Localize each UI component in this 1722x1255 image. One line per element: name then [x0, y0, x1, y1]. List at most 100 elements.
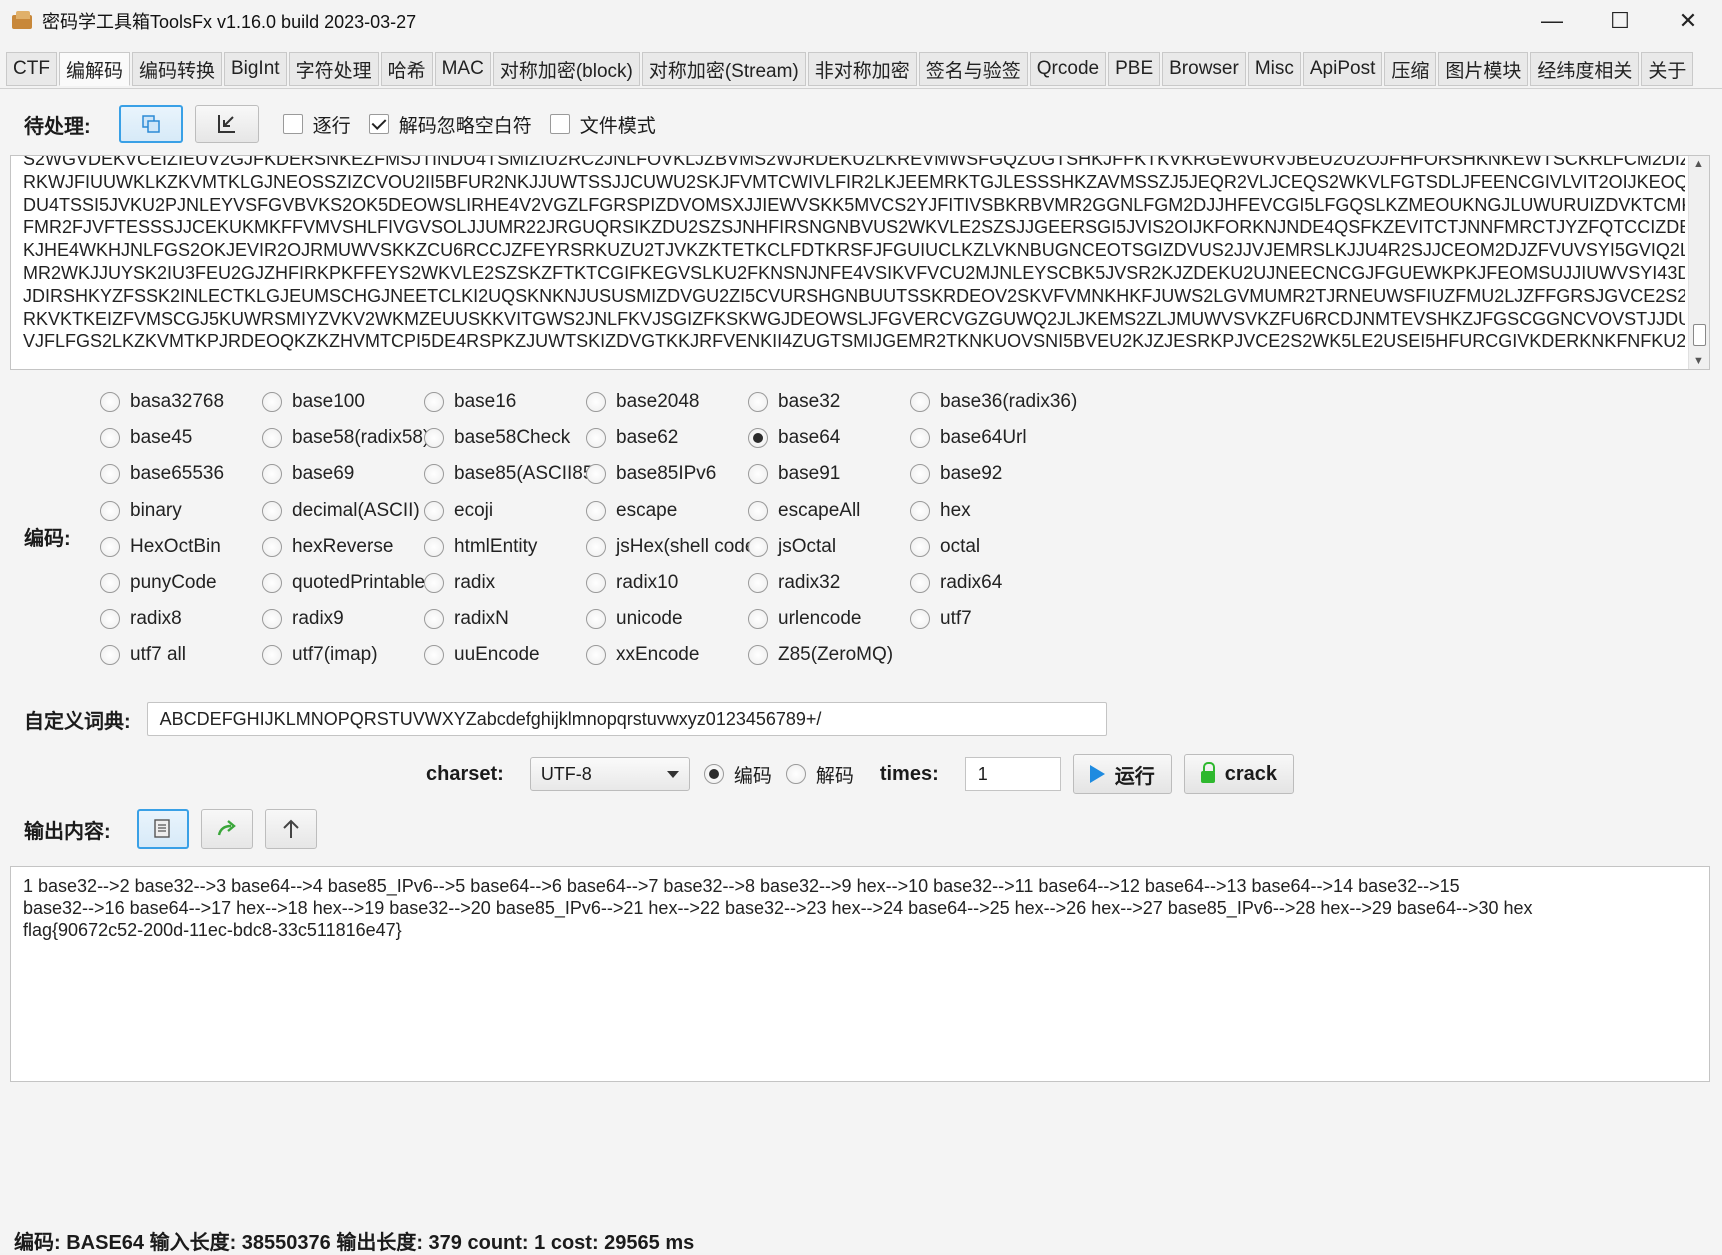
- move-up-button[interactable]: [264, 809, 317, 849]
- encoding-option[interactable]: base58Check: [424, 424, 570, 452]
- times-input[interactable]: 1: [964, 757, 1061, 791]
- encoding-option[interactable]: quotedPrintable: [262, 569, 425, 597]
- mode-decode-radio[interactable]: 解码: [785, 761, 854, 788]
- encoding-option[interactable]: escapeAll: [748, 497, 860, 525]
- tab-4[interactable]: 字符处理: [288, 52, 379, 86]
- encoding-option[interactable]: htmlEntity: [424, 533, 537, 561]
- encoding-option[interactable]: base85(ASCII85): [424, 460, 600, 488]
- by-line-checkbox[interactable]: 逐行: [282, 111, 351, 138]
- encoding-option[interactable]: jsOctal: [748, 533, 836, 561]
- encoding-option[interactable]: unicode: [586, 605, 683, 633]
- ignore-whitespace-checkbox[interactable]: 解码忽略空白符: [368, 111, 532, 138]
- radio-dot: [100, 536, 120, 557]
- file-mode-checkbox[interactable]: 文件模式: [549, 111, 656, 138]
- encoding-option[interactable]: base100: [262, 388, 365, 416]
- encoding-option[interactable]: base85IPv6: [586, 460, 716, 488]
- input-scrollbar[interactable]: ▲ ▼: [1688, 156, 1709, 369]
- encoding-option[interactable]: utf7(imap): [262, 641, 378, 669]
- encoding-option[interactable]: radix10: [586, 569, 678, 597]
- tab-5[interactable]: 哈希: [380, 52, 433, 86]
- encoding-option[interactable]: ecoji: [424, 497, 493, 525]
- encoding-option[interactable]: utf7: [910, 605, 972, 633]
- tab-0[interactable]: CTF: [6, 52, 57, 86]
- encoding-option[interactable]: Z85(ZeroMQ): [748, 641, 893, 669]
- tab-15[interactable]: ApiPost: [1302, 52, 1383, 86]
- encoding-option[interactable]: hex: [910, 497, 971, 525]
- encoding-option[interactable]: punyCode: [100, 569, 217, 597]
- encoding-option[interactable]: base32: [748, 388, 840, 416]
- encoding-option[interactable]: radixN: [424, 605, 509, 633]
- import-button[interactable]: [194, 105, 259, 143]
- tab-2[interactable]: 编码转换: [131, 52, 222, 86]
- encoding-option[interactable]: octal: [910, 533, 980, 561]
- encoding-option[interactable]: xxEncode: [586, 641, 699, 669]
- encoding-option-label: uuEncode: [454, 644, 540, 666]
- encoding-option-label: hex: [940, 499, 971, 521]
- radio-dot: [586, 609, 606, 630]
- tab-19[interactable]: 关于: [1641, 52, 1694, 86]
- encoding-option[interactable]: base16: [424, 388, 516, 416]
- copy-input-button[interactable]: [118, 105, 183, 143]
- encoding-option-label: escape: [616, 499, 678, 521]
- encoding-option[interactable]: radix32: [748, 569, 840, 597]
- tab-14[interactable]: Misc: [1247, 52, 1301, 86]
- close-button[interactable]: ✕: [1654, 0, 1722, 42]
- mode-encode-label: 编码: [733, 765, 772, 787]
- radio-dot: [586, 645, 606, 666]
- encoding-option[interactable]: base69: [262, 460, 354, 488]
- tab-10[interactable]: 签名与验签: [918, 52, 1028, 86]
- encoding-option[interactable]: decimal(ASCII): [262, 497, 420, 525]
- encoding-option[interactable]: base45: [100, 424, 192, 452]
- encoding-option[interactable]: base92: [910, 460, 1002, 488]
- crack-button[interactable]: crack: [1183, 754, 1295, 794]
- tab-9[interactable]: 非对称加密: [807, 52, 917, 86]
- encoding-option[interactable]: utf7 all: [100, 641, 186, 669]
- encoding-option[interactable]: base64Url: [910, 424, 1027, 452]
- input-textarea[interactable]: S2WGVDEKVCEIZIEUV2GJFKDERSNKEZFMSJTINDU4…: [10, 155, 1710, 370]
- tab-17[interactable]: 图片模块: [1438, 52, 1529, 86]
- encoding-option[interactable]: base62: [586, 424, 678, 452]
- tab-8[interactable]: 对称加密(Stream): [641, 52, 806, 86]
- output-textarea[interactable]: 1 base32-->2 base32-->3 base64-->4 base8…: [10, 866, 1710, 1082]
- tab-18[interactable]: 经纬度相关: [1530, 52, 1640, 86]
- tab-3[interactable]: BigInt: [223, 52, 287, 86]
- encoding-option[interactable]: base36(radix36): [910, 388, 1077, 416]
- encoding-option[interactable]: HexOctBin: [100, 533, 221, 561]
- tab-13[interactable]: Browser: [1162, 52, 1246, 86]
- encoding-option[interactable]: urlencode: [748, 605, 861, 633]
- encoding-option[interactable]: radix64: [910, 569, 1002, 597]
- copy-output-button[interactable]: [136, 809, 189, 849]
- tab-7[interactable]: 对称加密(block): [492, 52, 640, 86]
- encoding-option[interactable]: base64: [748, 424, 840, 452]
- encoding-option-label: radix64: [940, 572, 1003, 593]
- maximize-button[interactable]: ☐: [1586, 0, 1654, 42]
- encoding-option[interactable]: radix9: [262, 605, 344, 633]
- swap-output-button[interactable]: [200, 809, 253, 849]
- encoding-option[interactable]: basa32768: [100, 388, 224, 416]
- tab-6[interactable]: MAC: [434, 52, 491, 86]
- encoding-option[interactable]: binary: [100, 497, 182, 525]
- mode-encode-radio[interactable]: 编码: [703, 761, 772, 788]
- encoding-option[interactable]: base58(radix58): [262, 424, 429, 452]
- dictionary-input[interactable]: ABCDEFGHIJKLMNOPQRSTUVWXYZabcdefghijklmn…: [146, 702, 1107, 736]
- tab-12[interactable]: PBE: [1108, 52, 1161, 86]
- encoding-option[interactable]: uuEncode: [424, 641, 540, 669]
- radio-dot: [262, 645, 282, 666]
- scroll-down-icon[interactable]: ▼: [1693, 355, 1704, 367]
- minimize-button[interactable]: —: [1518, 0, 1586, 42]
- encoding-option[interactable]: base2048: [586, 388, 699, 416]
- scroll-up-icon[interactable]: ▲: [1693, 158, 1704, 170]
- encoding-option[interactable]: hexReverse: [262, 533, 393, 561]
- scroll-thumb[interactable]: [1693, 324, 1706, 346]
- encoding-option[interactable]: radix: [424, 569, 495, 597]
- tab-11[interactable]: Qrcode: [1029, 52, 1107, 86]
- tab-16[interactable]: 压缩: [1384, 52, 1437, 86]
- tab-1[interactable]: 编解码: [58, 52, 130, 86]
- encoding-option[interactable]: escape: [586, 497, 677, 525]
- charset-select[interactable]: UTF-8: [529, 757, 690, 791]
- encoding-option[interactable]: base65536: [100, 460, 224, 488]
- encoding-option[interactable]: base91: [748, 460, 840, 488]
- encoding-option[interactable]: radix8: [100, 605, 182, 633]
- encoding-option[interactable]: jsHex(shell code): [586, 533, 762, 561]
- run-button[interactable]: 运行: [1072, 754, 1172, 794]
